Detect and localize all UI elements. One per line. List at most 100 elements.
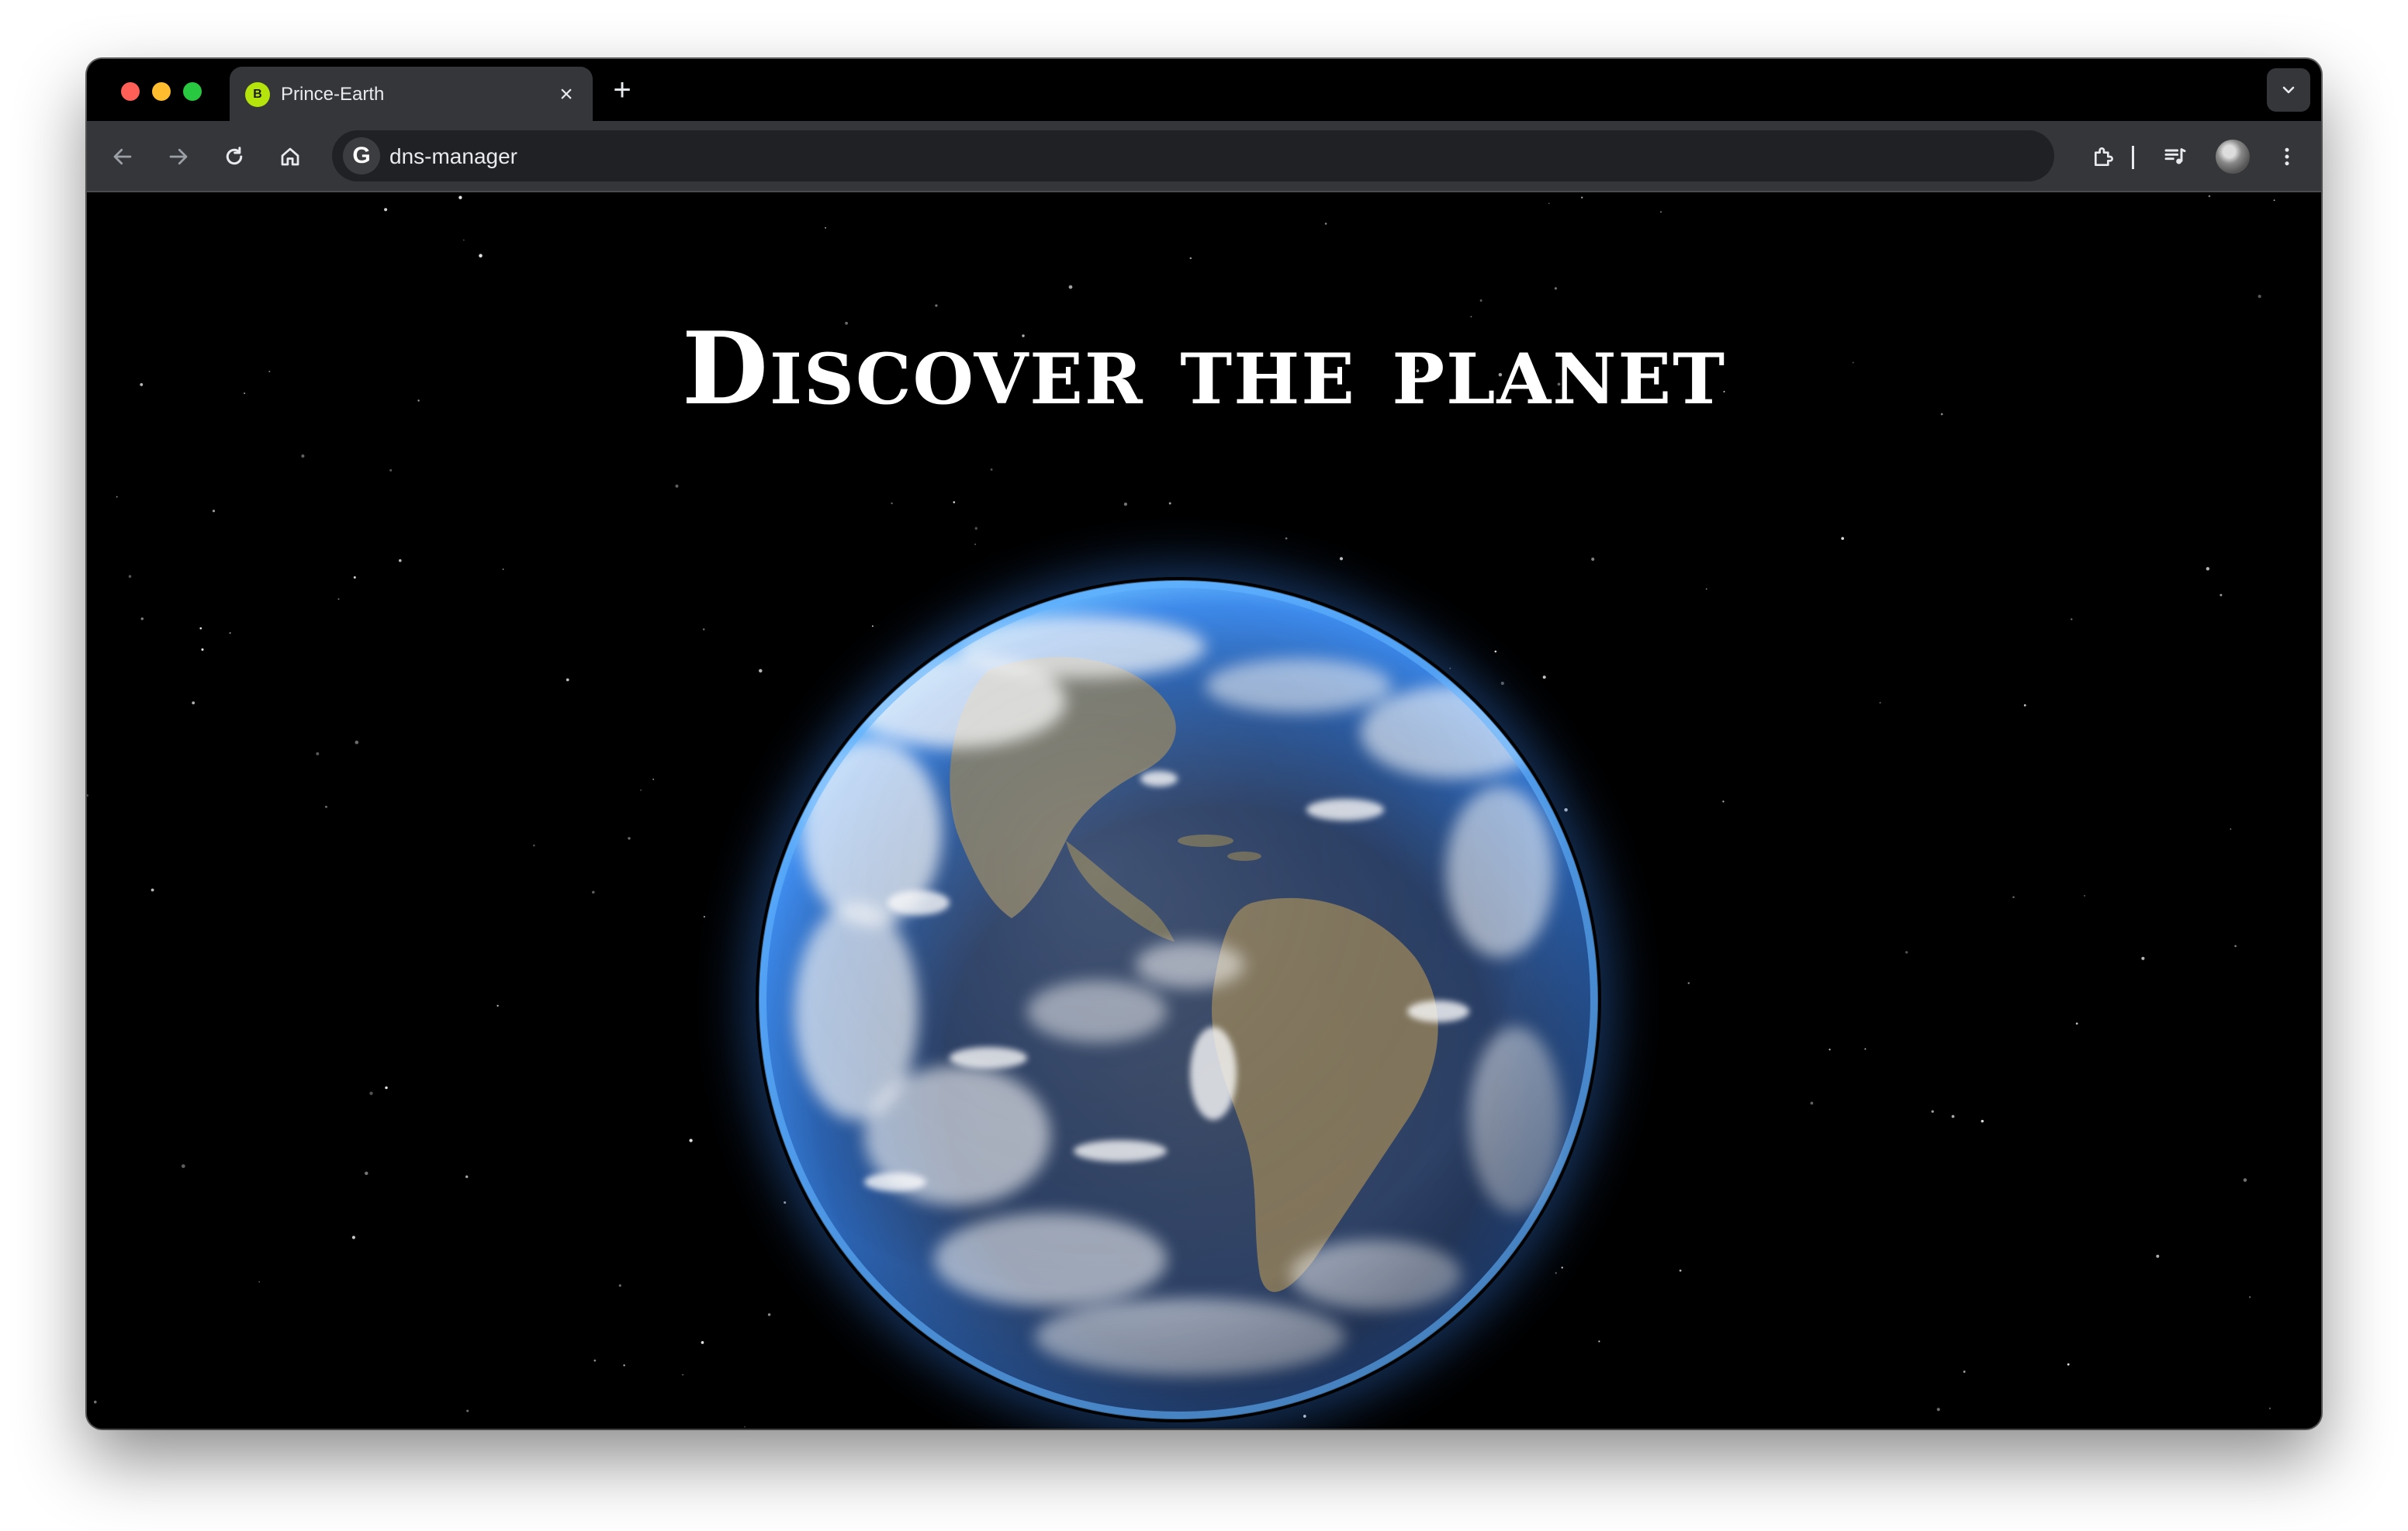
star [301, 454, 305, 458]
star [1324, 223, 1327, 225]
star [369, 1091, 373, 1095]
star [1828, 1049, 1831, 1051]
star [1963, 1370, 1966, 1374]
star [628, 837, 631, 840]
avatar[interactable] [2216, 140, 2250, 174]
chevron-down-icon [2282, 86, 2295, 94]
star [1705, 588, 1707, 590]
earth-image [759, 580, 1598, 1419]
star [2230, 828, 2232, 830]
star [150, 888, 154, 892]
star [2208, 195, 2211, 198]
toolbar-divider [2132, 146, 2134, 169]
star [703, 915, 705, 918]
minimize-window-button[interactable] [152, 82, 171, 101]
browser-toolbar: G dns-manager [87, 121, 2321, 192]
star [385, 1086, 388, 1090]
star [990, 468, 993, 471]
home-icon [281, 147, 299, 166]
star [116, 496, 118, 498]
media-icon [2164, 148, 2186, 164]
extensions-icon [2095, 147, 2113, 166]
star [389, 468, 393, 472]
maximize-window-button[interactable] [183, 82, 202, 101]
star [1981, 1119, 1984, 1123]
address-bar[interactable]: G dns-manager [332, 130, 2054, 181]
star [1479, 299, 1483, 302]
star [351, 1236, 355, 1239]
star [1554, 287, 1557, 290]
address-text[interactable]: dns-manager [389, 144, 517, 169]
close-window-button[interactable] [121, 82, 140, 101]
star [2249, 1296, 2251, 1298]
star [94, 1400, 97, 1404]
star [229, 632, 231, 634]
reload-icon [226, 147, 243, 165]
star [825, 226, 826, 229]
tab-close-button[interactable]: × [552, 81, 580, 109]
more-menu-button[interactable] [2267, 137, 2307, 177]
star [2258, 294, 2261, 299]
star [2023, 703, 2026, 707]
browser-window: B Prince-Earth × + G dns-manager Discove… [87, 59, 2321, 1429]
star [744, 1426, 746, 1428]
back-button[interactable] [102, 137, 143, 177]
hero-title: Discover the planet [681, 311, 1727, 427]
star [689, 1139, 693, 1142]
star [675, 484, 679, 488]
extensions-button[interactable] [2084, 137, 2124, 177]
star [1722, 800, 1725, 803]
star [623, 1364, 625, 1367]
star [2273, 199, 2275, 202]
star [1864, 1048, 1867, 1050]
star [2084, 894, 2086, 897]
star [1687, 982, 1690, 984]
star [682, 1374, 683, 1376]
star [1841, 537, 1845, 541]
star [533, 844, 535, 847]
star [353, 576, 356, 579]
star [337, 598, 340, 600]
star [1548, 202, 1550, 205]
star [1931, 1110, 1934, 1113]
forward-button[interactable] [158, 137, 199, 177]
star [652, 778, 655, 780]
star [1285, 537, 1288, 540]
star [128, 575, 132, 578]
star [974, 544, 976, 545]
star [1659, 211, 1662, 213]
tab-favicon-icon: B [245, 82, 270, 107]
star [87, 794, 88, 797]
star [325, 805, 327, 808]
reload-button[interactable] [214, 137, 254, 177]
star [701, 1341, 704, 1344]
star [199, 627, 202, 630]
tab-search-button[interactable] [2267, 68, 2310, 112]
home-button[interactable] [270, 137, 310, 177]
tab-prince-earth[interactable]: B Prince-Earth × [230, 67, 593, 121]
star [618, 1284, 621, 1287]
star [702, 628, 705, 631]
star [398, 558, 402, 562]
star [1879, 702, 1881, 704]
star [1810, 1101, 1814, 1105]
star [2234, 945, 2237, 948]
star [2141, 956, 2145, 960]
star [479, 254, 483, 257]
star [502, 569, 504, 570]
star [566, 678, 569, 682]
star [953, 501, 956, 503]
star [1068, 285, 1073, 289]
star [466, 1409, 469, 1412]
forward-icon [169, 148, 188, 165]
star [1339, 557, 1344, 561]
star [1591, 557, 1595, 562]
tab-strip: B Prince-Earth × + [87, 59, 2321, 121]
star [365, 1171, 368, 1176]
star [974, 527, 978, 530]
star [1123, 503, 1127, 506]
new-tab-button[interactable]: + [605, 73, 639, 107]
media-button[interactable] [2155, 137, 2195, 177]
star [465, 1175, 469, 1178]
star [1679, 1269, 1682, 1272]
